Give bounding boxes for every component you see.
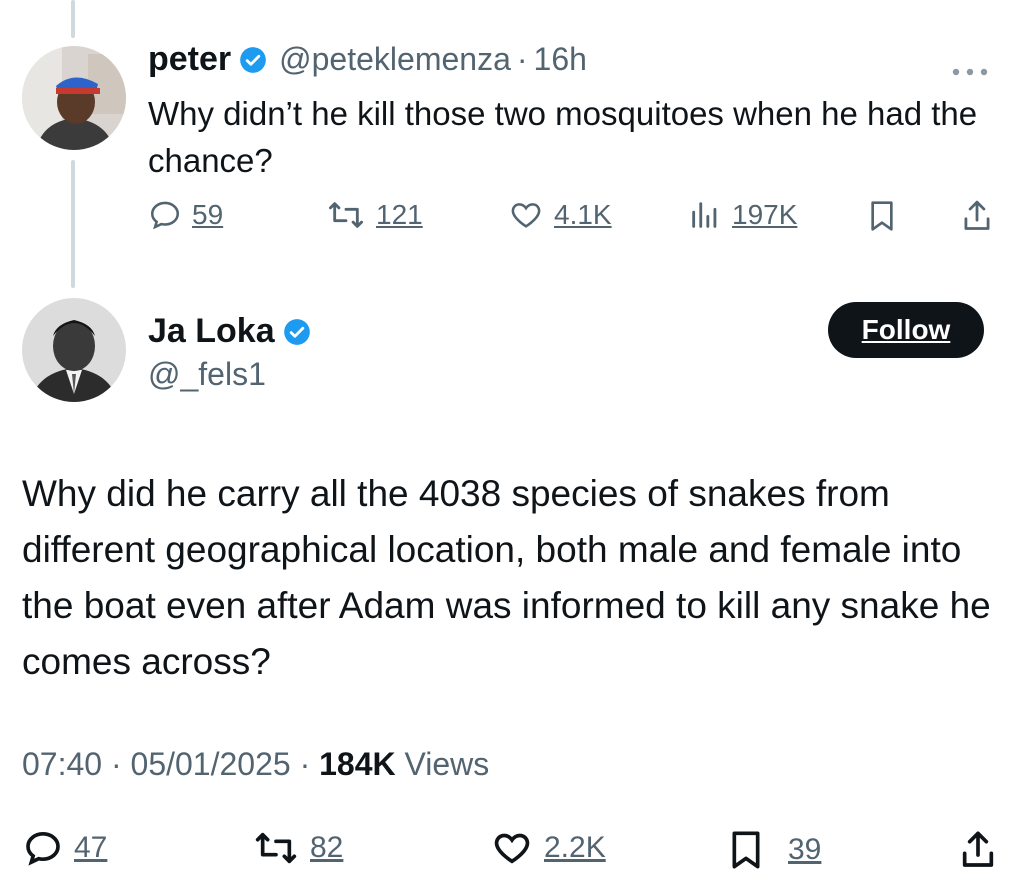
avatar[interactable]	[22, 298, 126, 402]
repost-button[interactable]: 82	[252, 828, 343, 868]
bookmark-button[interactable]	[866, 198, 898, 234]
verified-icon	[239, 46, 267, 74]
reply-button[interactable]: 47	[22, 828, 107, 868]
reply-count: 59	[192, 199, 224, 230]
like-count: 4.1K	[554, 199, 612, 230]
tweet-date[interactable]: 05/01/2025	[131, 746, 291, 782]
views-total: 184K	[319, 746, 396, 782]
reply-header: peter @peteklemenza · 16h	[148, 40, 587, 79]
separator-dot: ·	[516, 41, 528, 77]
reply-icon	[150, 201, 180, 230]
bookmark-count: 39	[788, 833, 822, 866]
avatar[interactable]	[22, 46, 126, 150]
tweet-text: Why did he carry all the 4038 species of…	[22, 473, 991, 682]
views-icon	[692, 202, 717, 228]
repost-icon	[255, 832, 297, 864]
tweet-meta: 07:40 · 05/01/2025 · 184K Views	[22, 746, 489, 783]
share-button[interactable]	[960, 198, 994, 234]
reply-author-name[interactable]: peter	[148, 40, 231, 79]
follow-button[interactable]: Follow	[828, 302, 984, 358]
bookmark-icon	[871, 201, 893, 231]
reply-action-bar: 59 121 4.1K 197K	[0, 186, 1024, 246]
tweet-action-bar: 47 82 2.2K 39	[0, 818, 1024, 878]
repost-count: 121	[376, 199, 423, 230]
share-icon	[962, 831, 994, 867]
tweet-handle[interactable]: @_fels1	[148, 356, 266, 393]
views-button[interactable]: 197K	[688, 198, 797, 232]
tweet-time[interactable]: 07:40	[22, 746, 102, 782]
repost-count: 82	[310, 831, 344, 864]
share-button[interactable]	[958, 828, 998, 872]
verified-icon	[283, 318, 311, 346]
separator-dot: ·	[110, 746, 122, 782]
tweet-author-name[interactable]: Ja Loka	[148, 312, 275, 351]
like-count: 2.2K	[544, 831, 606, 864]
heart-icon	[494, 833, 530, 864]
repost-button[interactable]: 121	[326, 198, 423, 232]
more-options-icon[interactable]	[948, 52, 992, 91]
tweet-header: Ja Loka	[148, 312, 311, 351]
bookmark-icon	[732, 831, 760, 869]
like-button[interactable]: 2.2K	[490, 828, 606, 868]
reply-icon	[26, 831, 60, 866]
heart-icon	[511, 203, 541, 228]
reply-handle[interactable]: @peteklemenza	[279, 41, 511, 78]
reply-text: Why didn’t he kill those two mosquitoes …	[148, 95, 978, 179]
reply-timestamp[interactable]: 16h	[534, 41, 587, 78]
views-count: 197K	[732, 199, 798, 230]
bookmark-button[interactable]: 39	[726, 828, 821, 872]
separator-dot: ·	[299, 746, 311, 782]
reply-button[interactable]: 59	[148, 198, 223, 232]
repost-icon	[329, 202, 364, 228]
views-label: Views	[404, 746, 490, 782]
share-icon	[964, 200, 990, 230]
like-button[interactable]: 4.1K	[508, 198, 612, 232]
thread-line-top	[71, 0, 75, 38]
reply-count: 47	[74, 831, 108, 864]
